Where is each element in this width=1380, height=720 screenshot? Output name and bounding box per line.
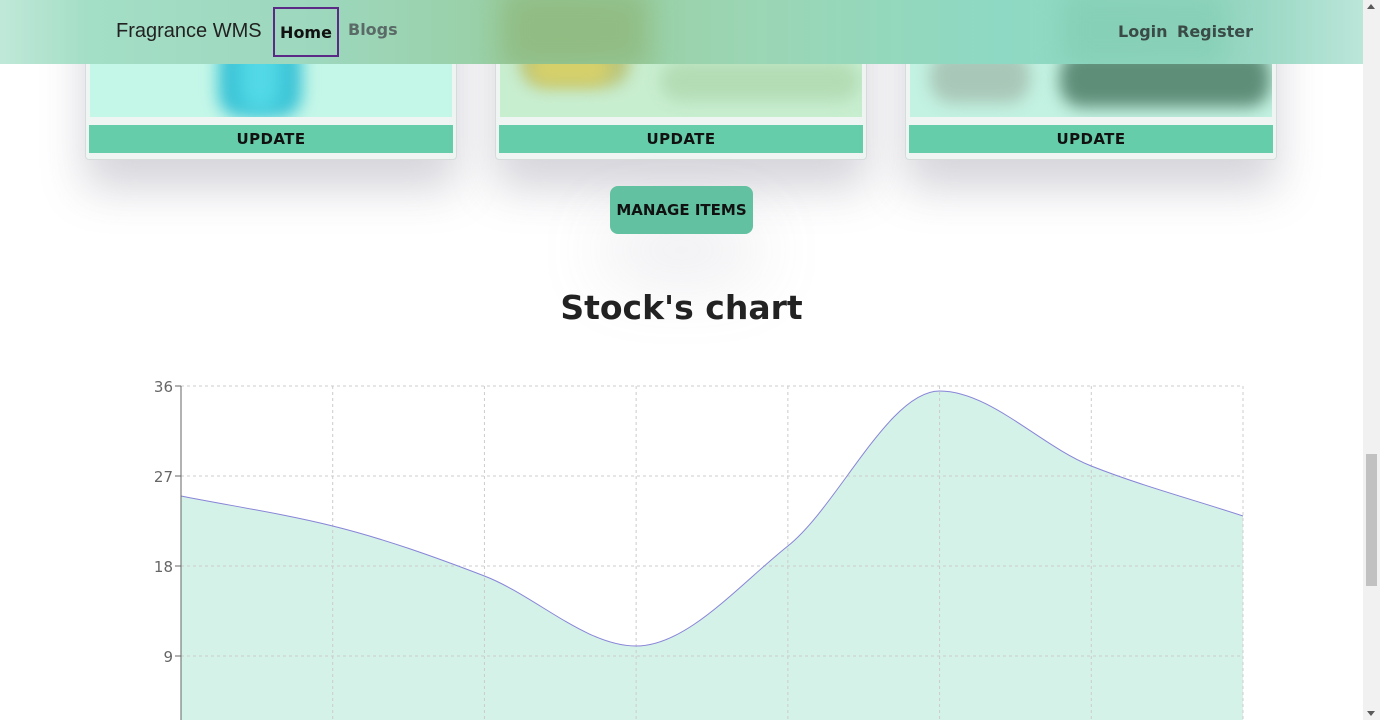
chart-y-tick-label: 27 bbox=[154, 468, 173, 486]
brand-logo-text[interactable]: Fragrance WMS bbox=[116, 20, 262, 43]
nav-blogs-link[interactable]: Blogs bbox=[348, 20, 398, 39]
scroll-up-arrow-icon[interactable] bbox=[1367, 4, 1375, 9]
chart-y-tick-label: 9 bbox=[163, 648, 173, 666]
vertical-scrollbar[interactable] bbox=[1363, 0, 1380, 720]
scroll-down-arrow-icon[interactable] bbox=[1367, 711, 1375, 716]
chart-area-fill bbox=[181, 391, 1243, 720]
nav-home-link[interactable]: Home bbox=[273, 7, 339, 57]
scrollbar-thumb[interactable] bbox=[1366, 454, 1377, 586]
navbar: Fragrance WMS Home Blogs Login Register bbox=[0, 0, 1363, 64]
nav-login-link[interactable]: Login bbox=[1118, 22, 1168, 41]
nav-register-link[interactable]: Register bbox=[1177, 22, 1253, 41]
chart-y-tick-label: 36 bbox=[154, 378, 173, 396]
page: UPDATE UPDATE UPDATE Fragrance WMS Home … bbox=[0, 0, 1363, 720]
stock-area-chart: 9 18 27 36 bbox=[154, 378, 1244, 720]
chart-y-tick-label: 18 bbox=[154, 558, 173, 576]
